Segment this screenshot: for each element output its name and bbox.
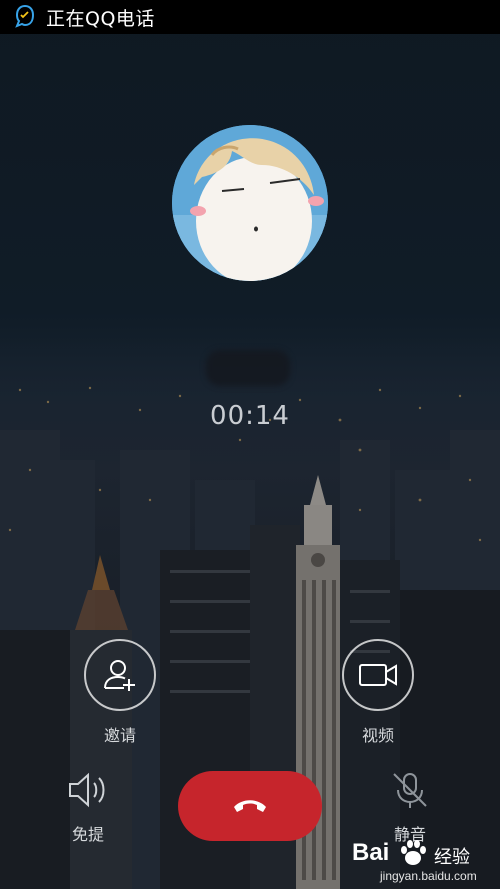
qq-call-icon bbox=[15, 4, 35, 28]
end-call-icon bbox=[234, 800, 266, 812]
status-bar: 正在QQ电话 bbox=[0, 0, 500, 34]
add-person-icon bbox=[104, 660, 135, 691]
end-call-button[interactable] bbox=[178, 771, 322, 841]
status-title: 正在QQ电话 bbox=[46, 7, 155, 30]
microphone-off-icon bbox=[393, 773, 427, 808]
video-label: 视频 bbox=[361, 726, 394, 745]
watermark-url: jingyan.baidu.com bbox=[380, 869, 477, 883]
invite-label: 邀请 bbox=[103, 726, 136, 745]
speaker-icon bbox=[69, 772, 105, 808]
call-duration: 00:14 bbox=[210, 401, 290, 431]
video-camera-icon bbox=[359, 664, 397, 686]
speaker-label: 免提 bbox=[71, 825, 104, 844]
paw-icon bbox=[401, 840, 426, 865]
contact-name-blurred bbox=[206, 350, 290, 386]
speaker-button[interactable] bbox=[66, 770, 110, 810]
watermark-brand: 经验 bbox=[434, 847, 470, 868]
cartoon-avatar-image bbox=[172, 125, 328, 281]
contact-avatar bbox=[172, 125, 328, 281]
video-button[interactable] bbox=[342, 639, 414, 711]
baidu-watermark: Bai 经验 jingyan.baidu.com bbox=[352, 835, 497, 889]
watermark-logo: Bai bbox=[352, 839, 390, 866]
mute-button[interactable] bbox=[388, 768, 432, 812]
invite-button[interactable] bbox=[84, 639, 156, 711]
